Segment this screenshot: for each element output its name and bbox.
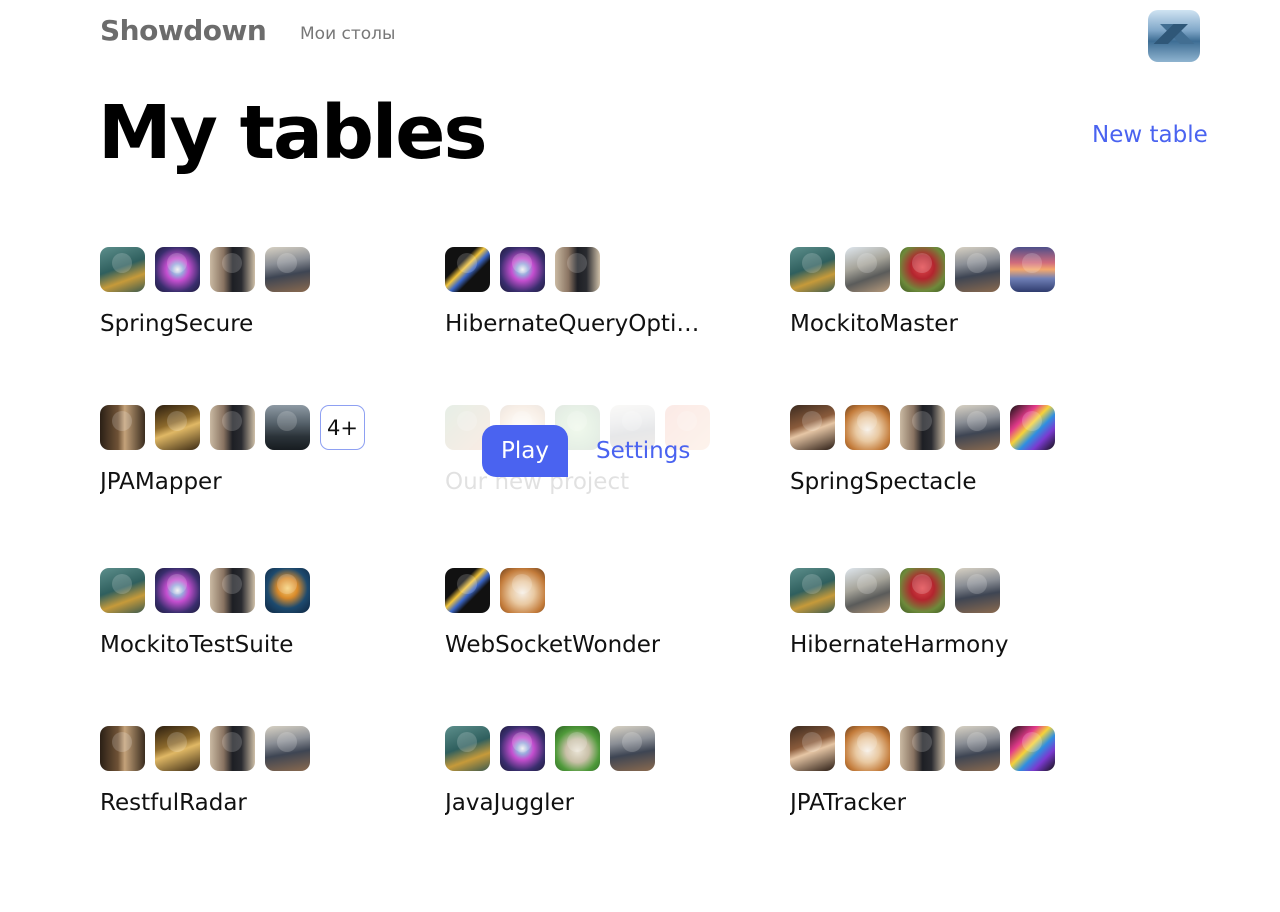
table-name[interactable]: SpringSecure: [100, 311, 253, 337]
member-avatar: [445, 247, 490, 292]
member-avatar: [790, 726, 835, 771]
member-avatar: [210, 247, 255, 292]
member-avatar: [610, 726, 655, 771]
table-card[interactable]: 4+ JPAMapper: [100, 405, 400, 515]
brand-logo[interactable]: Showdown: [100, 14, 267, 47]
more-members-badge: 4+: [320, 405, 365, 450]
page-title: My tables: [98, 90, 488, 176]
table-name[interactable]: JavaJuggler: [445, 790, 574, 816]
member-avatar: [445, 568, 490, 613]
table-card[interactable]: JPATracker: [790, 726, 1090, 836]
table-card[interactable]: JavaJuggler: [445, 726, 745, 836]
new-table-link[interactable]: New table: [1092, 122, 1208, 148]
table-card[interactable]: SpringSecure: [100, 247, 400, 357]
avatar-landscape-image: [1148, 24, 1200, 44]
table-card[interactable]: Our new project Play Settings: [445, 405, 745, 515]
member-avatars: [445, 726, 655, 771]
member-avatar: [955, 405, 1000, 450]
member-avatar: [500, 726, 545, 771]
member-avatar: [845, 726, 890, 771]
member-avatars: [790, 405, 1055, 450]
table-card[interactable]: WebSocketWonder: [445, 568, 745, 678]
play-button[interactable]: Play: [482, 425, 568, 477]
table-card[interactable]: HibernateHarmony: [790, 568, 1090, 678]
member-avatars: [100, 247, 310, 292]
member-avatar: [1010, 726, 1055, 771]
member-avatar: [100, 726, 145, 771]
member-avatar: [845, 247, 890, 292]
member-avatar: [955, 247, 1000, 292]
member-avatar: [900, 568, 945, 613]
table-name[interactable]: MockitoMaster: [790, 311, 958, 337]
member-avatar: [100, 405, 145, 450]
member-avatar: [1010, 405, 1055, 450]
table-name[interactable]: HibernateQueryOptim..: [445, 311, 707, 337]
member-avatar: [555, 247, 600, 292]
table-card[interactable]: HibernateQueryOptim..: [445, 247, 745, 357]
member-avatar: [1010, 247, 1055, 292]
member-avatar: [500, 568, 545, 613]
member-avatars: [445, 247, 600, 292]
member-avatars: [790, 726, 1055, 771]
member-avatar: [155, 247, 200, 292]
member-avatar: [265, 405, 310, 450]
member-avatar: [900, 247, 945, 292]
member-avatar: [155, 726, 200, 771]
member-avatars: [445, 568, 545, 613]
table-name[interactable]: JPAMapper: [100, 469, 222, 495]
table-card[interactable]: SpringSpectacle: [790, 405, 1090, 515]
table-name[interactable]: RestfulRadar: [100, 790, 247, 816]
member-avatars: [100, 568, 310, 613]
member-avatar: [210, 568, 255, 613]
table-name[interactable]: SpringSpectacle: [790, 469, 977, 495]
table-card[interactable]: RestfulRadar: [100, 726, 400, 836]
member-avatars: 4+: [100, 405, 365, 450]
table-card[interactable]: MockitoMaster: [790, 247, 1090, 357]
table-name[interactable]: MockitoTestSuite: [100, 632, 293, 658]
member-avatars: [790, 568, 1000, 613]
member-avatar: [265, 247, 310, 292]
member-avatar: [265, 726, 310, 771]
member-avatar: [100, 247, 145, 292]
member-avatar: [445, 726, 490, 771]
member-avatar: [955, 568, 1000, 613]
member-avatar: [155, 405, 200, 450]
member-avatar: [790, 247, 835, 292]
member-avatar: [900, 726, 945, 771]
member-avatars: [790, 247, 1055, 292]
member-avatar: [845, 405, 890, 450]
member-avatar: [155, 568, 200, 613]
card-hover-actions: Play Settings: [482, 425, 690, 477]
member-avatars: [100, 726, 310, 771]
member-avatar: [500, 247, 545, 292]
table-name[interactable]: JPATracker: [790, 790, 906, 816]
member-avatar: [555, 726, 600, 771]
table-name[interactable]: HibernateHarmony: [790, 632, 1008, 658]
member-avatar: [265, 568, 310, 613]
member-avatar: [100, 568, 145, 613]
member-avatar: [790, 405, 835, 450]
page: Showdown Мои столы My tables New table S…: [0, 0, 1280, 912]
member-avatar: [210, 405, 255, 450]
table-card[interactable]: MockitoTestSuite: [100, 568, 400, 678]
member-avatar: [845, 568, 890, 613]
member-avatar: [955, 726, 1000, 771]
table-name[interactable]: WebSocketWonder: [445, 632, 660, 658]
member-avatar: [210, 726, 255, 771]
member-avatar: [790, 568, 835, 613]
nav-link-my-tables[interactable]: Мои столы: [300, 24, 395, 44]
user-avatar[interactable]: [1148, 10, 1200, 62]
settings-button[interactable]: Settings: [596, 438, 690, 464]
member-avatar: [900, 405, 945, 450]
